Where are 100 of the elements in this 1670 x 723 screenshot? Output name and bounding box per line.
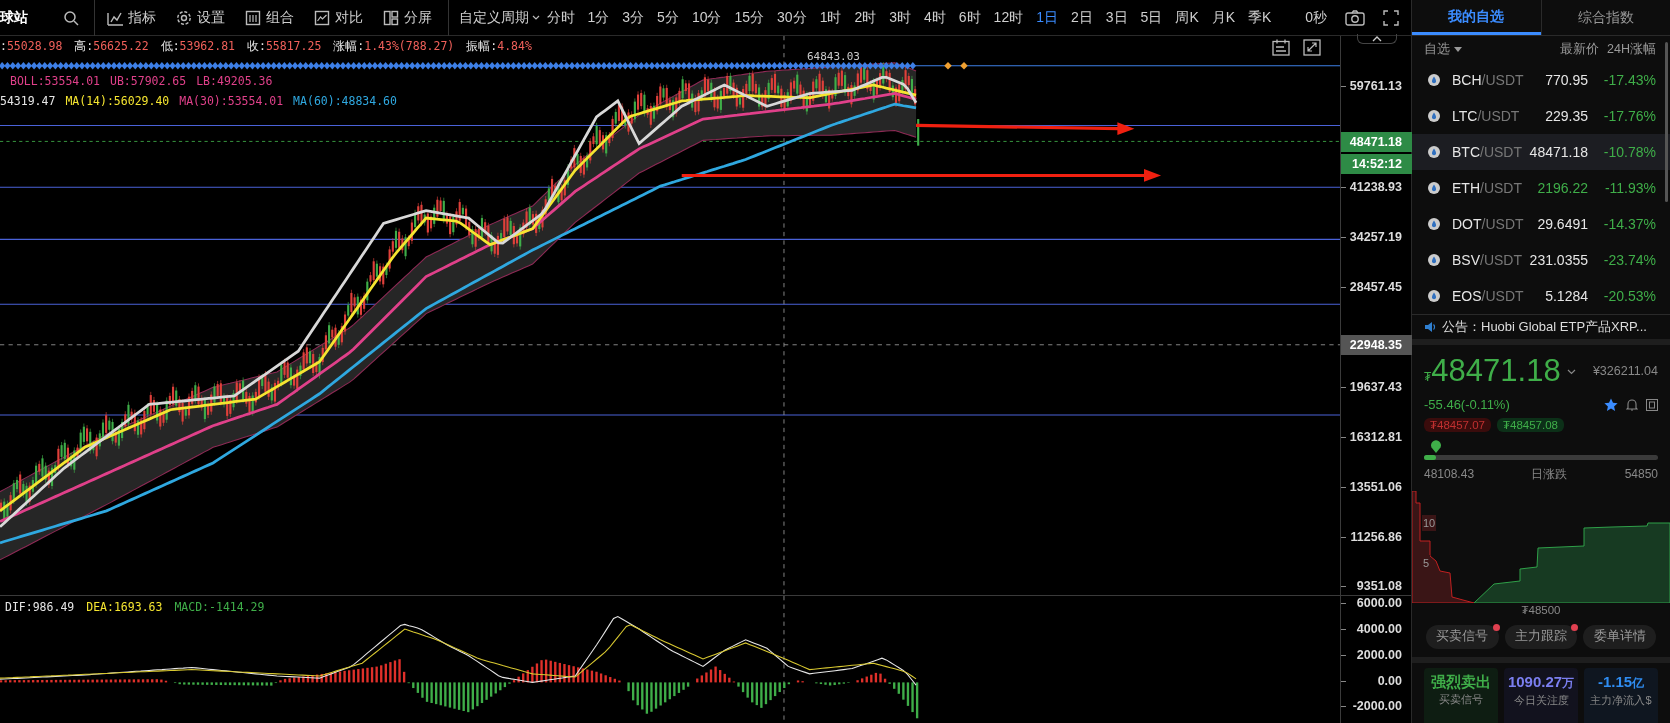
- toolbar-tool[interactable]: 指标: [107, 0, 156, 36]
- pair-price: 770.95: [1545, 70, 1588, 90]
- period-tab[interactable]: 2日: [1064, 7, 1100, 28]
- period-tab[interactable]: 5日: [1134, 7, 1169, 28]
- range-low: 48108.43: [1424, 465, 1475, 483]
- period-tab[interactable]: 3分: [615, 7, 651, 28]
- pair-change: -10.78%: [1602, 142, 1656, 162]
- refresh-timer: 0秒: [1305, 8, 1327, 27]
- last-price-badge: 48471.18: [1341, 132, 1412, 152]
- pair-change: -11.93%: [1603, 178, 1656, 198]
- toolbar-tool[interactable]: 组合: [245, 0, 294, 36]
- ohlc-reading: 振幅:4.84%: [466, 38, 532, 55]
- signal-button[interactable]: 主力跟踪: [1504, 624, 1578, 649]
- period-tab[interactable]: 12时: [987, 7, 1030, 28]
- pair-name: ETH/USDT: [1452, 178, 1522, 198]
- column-header: 最新价: [1560, 40, 1600, 58]
- pair-change: -14.37%: [1602, 214, 1656, 234]
- stat-value: -1.15亿: [1597, 671, 1645, 692]
- period-tab[interactable]: 3时: [882, 7, 918, 28]
- watchlist-row[interactable]: LTC/USDT 229.35 -17.76%: [1412, 98, 1670, 134]
- pair-name: BCH/USDT: [1452, 70, 1524, 90]
- price-axis-label: 19637.43: [1349, 379, 1403, 396]
- pair-name: BTC/USDT: [1452, 142, 1522, 162]
- ohlc-reading: 涨幅:1.43%(788.27): [333, 38, 455, 55]
- watchlist-row[interactable]: ETH/USDT 2196.22 -11.93%: [1412, 170, 1670, 206]
- bid-price-badge: ₮48457.07: [1424, 417, 1491, 432]
- price-axis-label: 16312.81: [1349, 429, 1403, 446]
- ask-price-badge: ₮48457.08: [1497, 417, 1564, 432]
- signal-button[interactable]: 买卖信号: [1426, 624, 1499, 649]
- period-tab[interactable]: 周K: [1168, 7, 1206, 28]
- pair-name: DOT/USDT: [1452, 214, 1524, 234]
- pair-price: 48471.18: [1529, 142, 1588, 162]
- column-header: 24H涨幅: [1607, 40, 1656, 58]
- macd-axis-label: 0.00: [1377, 673, 1403, 690]
- price-axis-label: 9351.08: [1356, 578, 1403, 595]
- watchlist-row[interactable]: DOT/USDT 29.6491 -14.37%: [1412, 206, 1670, 242]
- watchlist-row[interactable]: EOS/USDT 5.1284 -20.53%: [1412, 278, 1670, 314]
- pair-name: EOS/USDT: [1452, 286, 1524, 306]
- ma-reading: MA(14):56029.40: [65, 92, 170, 110]
- boll-reading: UB:57902.65: [110, 73, 187, 91]
- period-tab[interactable]: 6时: [952, 7, 988, 28]
- period-tab[interactable]: 4时: [917, 7, 953, 28]
- watchlist-row[interactable]: BCH/USDT 770.95 -17.43%: [1412, 62, 1670, 98]
- macd-axis-label: 2000.00: [1356, 647, 1403, 664]
- pair-change: -20.53%: [1602, 286, 1656, 306]
- macd-axis-label: 6000.00: [1356, 595, 1403, 612]
- period-tab[interactable]: 2时: [847, 7, 883, 28]
- price-axis-label: 13551.06: [1349, 479, 1403, 496]
- pair-change: -23.74%: [1602, 250, 1656, 270]
- price-axis-label: 34257.19: [1349, 229, 1403, 246]
- pair-price: 2196.22: [1537, 178, 1588, 198]
- pair-price: 231.0355: [1529, 250, 1588, 270]
- ma-reading: MA(30):53554.01: [179, 92, 284, 110]
- macd-axis-label: -2000.00: [1352, 698, 1403, 715]
- price-change: -55.46(-0.11%): [1424, 396, 1510, 414]
- pair-price: 29.6491: [1537, 214, 1588, 234]
- macd-reading: DEA:1693.63: [86, 599, 163, 616]
- group-dropdown[interactable]: 自选: [1424, 39, 1462, 59]
- period-tab[interactable]: 3日: [1099, 7, 1135, 28]
- announcement-link[interactable]: 公告：Huobi Global ETP产品XRP...: [1442, 317, 1647, 337]
- period-tab[interactable]: 季K: [1241, 7, 1278, 28]
- period-dropdown[interactable]: 自定义周期: [459, 7, 540, 28]
- price-axis-label: 11256.86: [1350, 529, 1403, 546]
- price-axis-label: 28457.45: [1349, 279, 1403, 296]
- site-logo-text: 球站: [0, 8, 29, 27]
- period-tab[interactable]: 1日: [1029, 7, 1065, 28]
- period-tab[interactable]: 月K: [1205, 7, 1242, 28]
- high-price-label: 64843.03: [807, 49, 860, 65]
- ma-reading: MA(60):48834.60: [293, 92, 397, 110]
- toolbar-tool[interactable]: 分屏: [383, 0, 432, 36]
- watchlist-row[interactable]: BSV/USDT 231.0355 -23.74%: [1412, 242, 1670, 278]
- depth-axis-label: 10: [1422, 514, 1437, 531]
- countdown-badge: 14:52:12: [1341, 154, 1412, 174]
- watchlist-row[interactable]: BTC/USDT 48471.18 -10.78%: [1412, 134, 1670, 170]
- period-tab[interactable]: 15分: [727, 7, 771, 28]
- pair-price: 229.35: [1545, 106, 1588, 126]
- stat-value: 强烈卖出: [1431, 671, 1491, 692]
- price-axis-label: 41238.93: [1349, 179, 1403, 196]
- watchlist-tab[interactable]: 我的自选: [1412, 0, 1541, 35]
- stat-caption: 今日关注度: [1513, 692, 1569, 707]
- ohlc-reading: 低:53962.81: [160, 38, 235, 55]
- boll-reading: LB:49205.36: [196, 73, 273, 91]
- toolbar-tool[interactable]: 对比: [314, 0, 363, 36]
- last-price: ₮48471.18: [1424, 353, 1561, 390]
- stat-value: 1090.27万: [1507, 671, 1575, 692]
- range-high: 54850: [1624, 465, 1658, 483]
- boll-reading: BOLL:53554.01: [10, 73, 100, 91]
- toolbar-tool[interactable]: 设置: [176, 0, 225, 36]
- watchlist-tab[interactable]: 综合指数: [1540, 0, 1670, 35]
- range-label: 日涨跌: [1531, 465, 1568, 483]
- signal-button[interactable]: 委单详情: [1583, 624, 1656, 649]
- ma-reading: 54319.47: [0, 92, 56, 110]
- period-tab[interactable]: 10分: [685, 7, 728, 28]
- period-tab[interactable]: 1时: [813, 7, 848, 28]
- ohlc-reading: 收:55817.25: [247, 38, 322, 55]
- period-tab[interactable]: 分时: [540, 7, 581, 28]
- period-tab[interactable]: 5分: [650, 7, 686, 28]
- ohlc-reading: 高:56625.22: [74, 38, 149, 55]
- period-tab[interactable]: 1分: [581, 7, 616, 28]
- period-tab[interactable]: 30分: [770, 7, 814, 28]
